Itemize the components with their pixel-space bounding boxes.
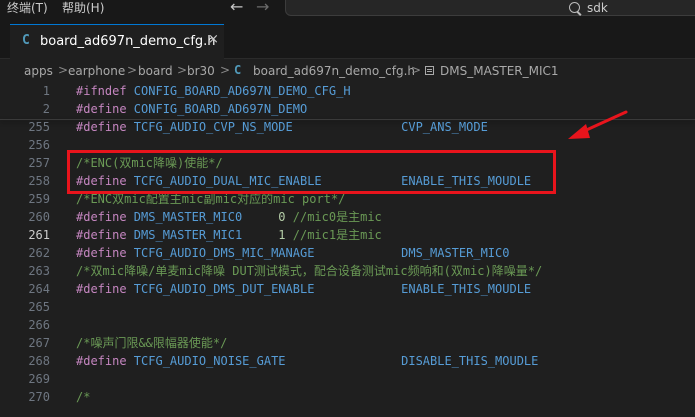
code-line[interactable]: 1 #ifndef CONFIG_BOARD_AD697N_DEMO_CFG_H [0,82,695,100]
code-line[interactable]: 267 /*噪声门限&&限幅器使能*/ [0,334,695,352]
code-token: //mic1是主mic [285,228,382,242]
code-token: TCFG_AUDIO_NOISE_GATE DISABLE_THIS_MOUDL… [126,354,539,368]
code-text: #define DMS_MASTER_MIC1 1 //mic1是主mic [76,226,382,244]
code-text: #ifndef CONFIG_BOARD_AD697N_DEMO_CFG_H [76,82,351,100]
highlight-box [67,150,556,194]
code-line[interactable]: 265 [0,298,695,316]
code-token: #define [76,102,127,116]
line-number: 260 [28,210,50,224]
breadcrumb-item-apps[interactable]: apps [24,64,53,78]
line-number: 263 [28,264,50,278]
menu-help[interactable]: 帮助(H) [62,0,104,20]
line-number: 267 [28,336,50,350]
chevron-right-icon: > [411,63,422,77]
code-token: CONFIG_BOARD_AD697N_DEMO [126,102,308,116]
code-token: #define [76,228,127,242]
line-number: 261 [28,228,50,242]
code-text: #define TCFG_AUDIO_NOISE_GATE DISABLE_TH… [76,352,538,370]
code-token: /* [76,390,91,404]
menu-terminal[interactable]: 终端(T) [7,0,48,20]
tab-label: board_ad697n_demo_cfg.h [40,34,216,49]
search-icon [569,2,580,13]
code-token: #ifndef [76,84,127,98]
code-line[interactable]: 270 /* [0,388,695,406]
code-token: #define [76,246,127,260]
code-token: DMS_MASTER_MIC1 [126,228,243,242]
tab-board-cfg[interactable]: C board_ad697n_demo_cfg.h × [10,24,224,59]
line-number: 257 [28,156,50,170]
line-number: 255 [28,120,50,134]
close-icon[interactable]: × [208,32,219,47]
code-token: /*噪声门限&&限幅器使能*/ [76,336,228,350]
line-number: 268 [28,354,50,368]
code-token: #define [76,354,127,368]
code-token: /*双mic降噪/单麦mic降噪 DUT测试模式，配合设备测试mic频响和(双m… [76,264,543,278]
breadcrumb-item-file[interactable]: board_ad697n_demo_cfg.h [253,64,415,78]
c-file-icon: C [22,33,30,48]
line-number: 265 [28,300,50,314]
line-number: 270 [28,390,50,404]
code-text: /*双mic降噪/单麦mic降噪 DUT测试模式，配合设备测试mic频响和(双m… [76,262,542,280]
breadcrumb: apps > earphone > board > br30 > C board… [0,59,695,83]
code-text: /*噪声门限&&限幅器使能*/ [76,334,227,352]
breadcrumb-item-br30[interactable]: br30 [187,64,215,78]
code-line[interactable]: 260 #define DMS_MASTER_MIC0 0 //mic0是主mic [0,208,695,226]
symbol-constant-icon [425,66,434,75]
code-text: #define CONFIG_BOARD_AD697N_DEMO [76,100,307,118]
breadcrumb-item-earphone[interactable]: earphone [68,64,125,78]
chevron-right-icon: > [58,63,69,77]
line-number: 269 [28,372,50,386]
line-number: 256 [28,138,50,152]
command-center-search[interactable] [285,0,695,16]
red-arrow-annotation [568,110,628,139]
chevron-right-icon: > [127,63,138,77]
line-number: 262 [28,246,50,260]
code-token: TCFG_AUDIO_DMS_DUT_ENABLE ENABLE_THIS_MO… [126,282,532,296]
code-token: 1 [278,228,286,242]
editor-tab-bar: C board_ad697n_demo_cfg.h × [0,24,695,59]
title-bar: 终端(T) 帮助(H) ← → sdk [0,0,695,24]
code-line[interactable]: 269 [0,370,695,388]
code-text: #define TCFG_AUDIO_CVP_NS_MODE CVP_ANS_M… [76,118,488,136]
line-number: 266 [28,318,50,332]
code-line[interactable]: 262 #define TCFG_AUDIO_DMS_MIC_MANAGE DMS… [0,244,695,262]
search-text: sdk [587,1,608,15]
line-number: 264 [28,282,50,296]
line-number: 2 [42,102,50,116]
code-token: 0 [278,210,286,224]
code-token: TCFG_AUDIO_CVP_NS_MODE CVP_ANS_MODE [126,120,488,134]
code-token: CONFIG_BOARD_AD697N_DEMO_CFG_H [126,84,351,98]
code-token: DMS_MASTER_MIC0 [126,210,243,224]
line-number: 258 [28,174,50,188]
code-token: /*ENC双mic配置主mic副mic对应的mic port*/ [76,192,346,206]
forward-arrow-icon[interactable]: → [256,0,269,17]
code-text: #define DMS_MASTER_MIC0 0 //mic0是主mic [76,208,382,226]
code-token: #define [76,282,127,296]
line-number: 1 [42,84,50,98]
code-line[interactable]: 263 /*双mic降噪/单麦mic降噪 DUT测试模式，配合设备测试mic频响和… [0,262,695,280]
back-arrow-icon[interactable]: ← [230,0,243,17]
breadcrumb-item-symbol[interactable]: DMS_MASTER_MIC1 [440,64,559,78]
code-line[interactable]: 264 #define TCFG_AUDIO_DMS_DUT_ENABLE ENA… [0,280,695,298]
chevron-right-icon: > [220,63,231,77]
breadcrumb-item-board[interactable]: board [138,64,173,78]
c-file-icon: C [234,63,242,77]
code-token: //mic0是主mic [285,210,382,224]
line-number: 259 [28,192,50,206]
code-text: #define TCFG_AUDIO_DMS_MIC_MANAGE DMS_MA… [76,244,509,262]
code-token: #define [76,210,127,224]
code-text: /* [76,388,90,406]
code-line[interactable]: 266 [0,316,695,334]
code-text: #define TCFG_AUDIO_DMS_DUT_ENABLE ENABLE… [76,280,531,298]
code-line[interactable]: 268 #define TCFG_AUDIO_NOISE_GATE DISABLE… [0,352,695,370]
chevron-right-icon: > [177,63,188,77]
code-token: TCFG_AUDIO_DMS_MIC_MANAGE DMS_MASTER_MIC… [126,246,510,260]
code-token: #define [76,120,127,134]
code-line[interactable]: 261 #define DMS_MASTER_MIC1 1 //mic1是主mic [0,226,695,244]
